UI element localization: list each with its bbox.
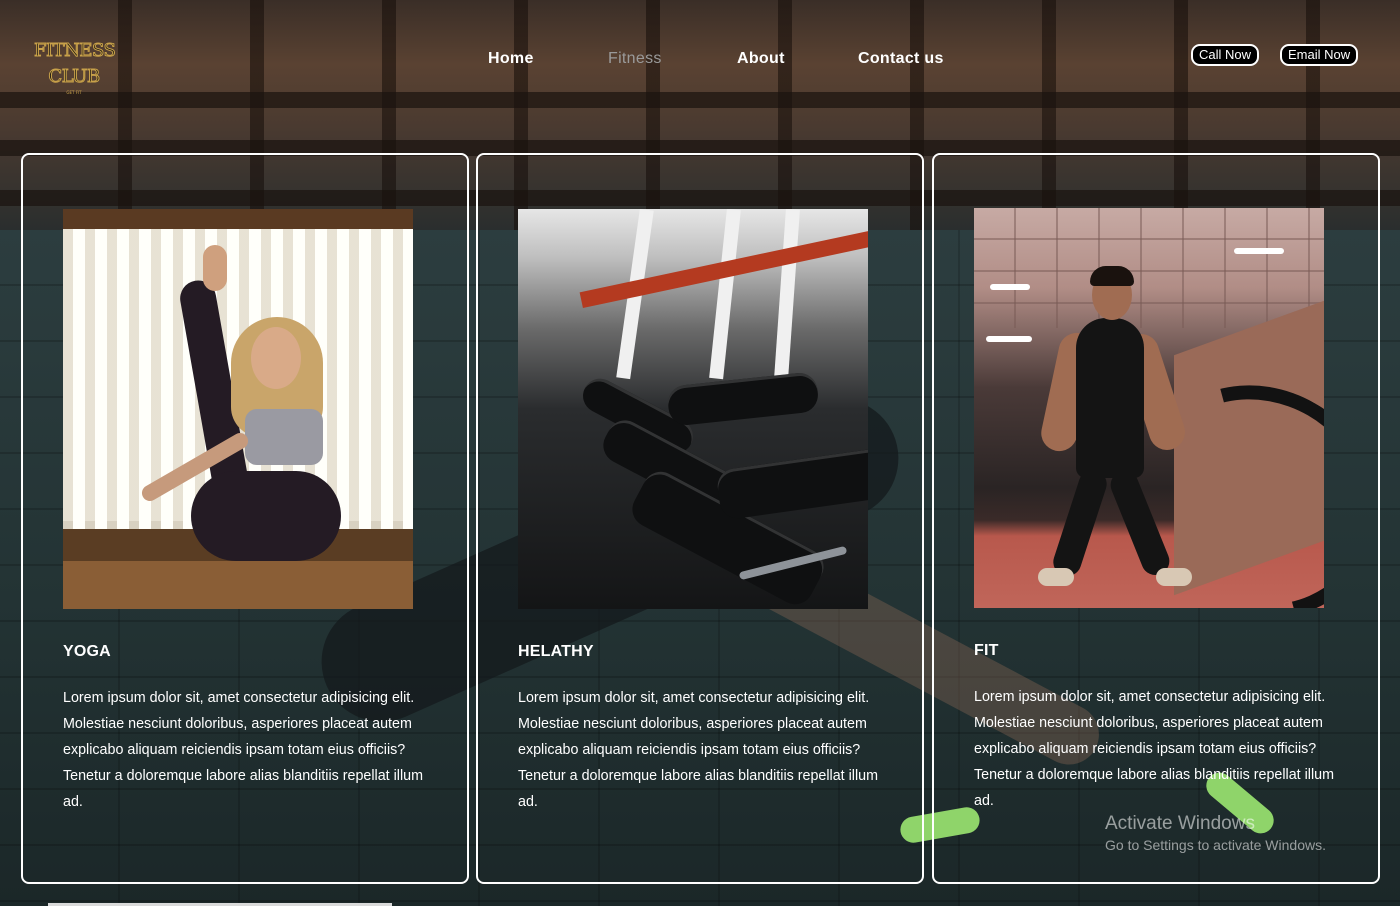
dumbbell-rack-photo [518, 209, 868, 609]
card-description: Lorem ipsum dolor sit, amet consectetur … [63, 690, 424, 810]
nav-home[interactable]: Home [488, 50, 534, 68]
card-title: YOGA [63, 643, 111, 660]
service-card-yoga: YOGA Lorem ipsum dolor sit, amet consect… [21, 153, 469, 884]
nav-contact-us[interactable]: Contact us [858, 50, 944, 68]
brand-logo[interactable]: FITNESS CLUB GET FIT [34, 38, 124, 96]
nav-fitness[interactable]: Fitness [608, 50, 662, 68]
nav-about[interactable]: About [737, 50, 785, 68]
watermark-subtitle: Go to Settings to activate Windows. [1105, 837, 1326, 853]
yoga-pose-photo [63, 209, 413, 609]
activate-windows-watermark: Activate Windows Go to Settings to activ… [1105, 813, 1326, 855]
card-title: FIT [974, 642, 999, 659]
card-description: Lorem ipsum dolor sit, amet consectetur … [974, 689, 1335, 809]
logo-line-2: CLUB [48, 66, 101, 88]
watermark-title: Activate Windows [1105, 813, 1255, 834]
logo-line-1: FITNESS [34, 40, 117, 62]
service-card-fit: FIT Lorem ipsum dolor sit, amet consecte… [932, 153, 1380, 884]
email-now-button[interactable]: Email Now [1280, 44, 1359, 66]
call-now-button[interactable]: Call Now [1191, 44, 1260, 66]
card-description: Lorem ipsum dolor sit, amet consectetur … [518, 690, 879, 810]
battle-ropes-photo [974, 208, 1324, 608]
card-title: HELATHY [518, 643, 594, 660]
logo-tagline: GET FIT [66, 90, 82, 95]
service-card-healthy: HELATHY Lorem ipsum dolor sit, amet cons… [476, 153, 924, 884]
